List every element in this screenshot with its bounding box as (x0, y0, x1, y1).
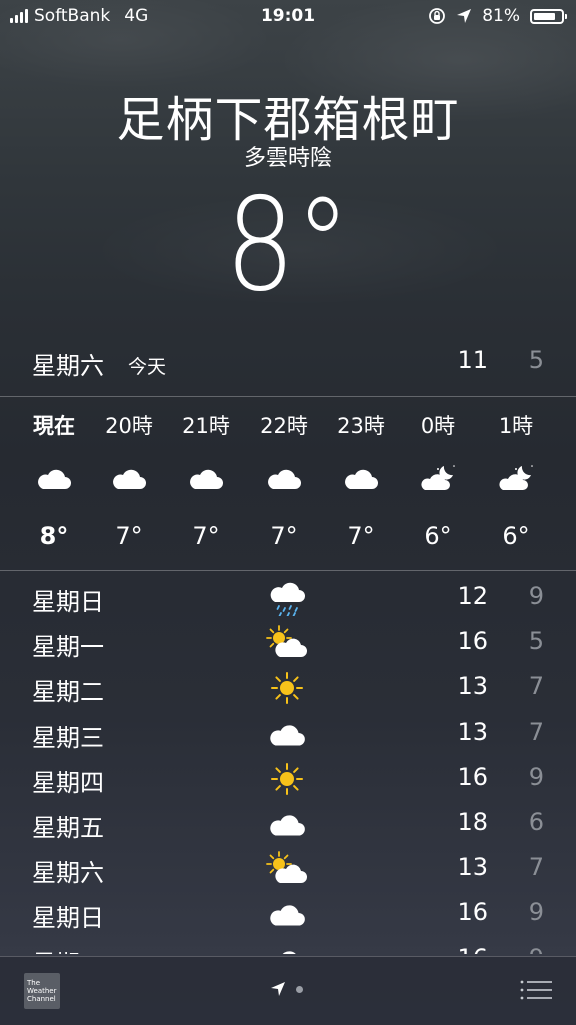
hour-temperature: 7° (270, 522, 298, 550)
battery-percent: 81% (482, 6, 520, 26)
page-dot (296, 985, 303, 993)
location-arrow-icon (457, 9, 472, 23)
cloud-icon (266, 806, 308, 842)
day-high: 16 (457, 762, 488, 791)
daily-forecast[interactable]: 星期日 12 9 星期一 16 5 星期二 13 7 星期三 13 7 星期四 16 9 星期五 18 6 星期六 1… (0, 576, 576, 954)
moon-cloud-icon (418, 462, 458, 494)
status-bar: SoftBank 4G 19:01 81% (0, 0, 576, 34)
day-high: 16 (457, 898, 488, 927)
day-high: 12 (457, 582, 488, 610)
today-low: 5 (528, 346, 544, 374)
day-name: 星期三 (32, 723, 104, 752)
bottom-toolbar: The Weather Channel (0, 956, 576, 1025)
daily-row: 星期二 13 7 (0, 666, 576, 711)
today-label: 今天 (128, 356, 167, 378)
hour-label: 22時 (260, 414, 308, 438)
location-arrow-icon (271, 982, 285, 996)
day-name: 星期四 (32, 768, 104, 797)
day-low: 9 (529, 944, 544, 954)
hour-temperature: 7° (192, 522, 220, 550)
list-icon[interactable] (520, 979, 552, 1001)
daily-row: 星期四 16 9 (0, 757, 576, 802)
daily-row: 星期六 13 7 (0, 847, 576, 892)
day-low: 7 (528, 672, 544, 701)
day-low: 5 (528, 627, 544, 656)
daily-row: 星期日 12 9 (0, 576, 576, 621)
hour-label: 23時 (337, 414, 385, 438)
day-low: 7 (528, 853, 544, 882)
day-low: 7 (528, 717, 544, 746)
daily-row: 星期一 16 5 (0, 621, 576, 666)
hour-temperature: 8° (39, 522, 69, 550)
daily-row: 星期三 13 7 (0, 712, 576, 757)
hour-temperature: 6° (424, 522, 452, 550)
hour-temperature: 6° (502, 522, 530, 550)
day-low: 9 (528, 762, 544, 791)
weather-channel-logo[interactable]: The Weather Channel (24, 973, 60, 1009)
hour-label: 0時 (420, 414, 456, 438)
day-high: 18 (457, 808, 488, 836)
sun-icon (266, 761, 308, 797)
day-name: 星期日 (32, 904, 104, 933)
day-high: 16 (457, 627, 488, 656)
day-name: 星期五 (32, 814, 104, 842)
partly-sunny-icon (266, 625, 308, 661)
daily-row: 星期五 18 6 (0, 802, 576, 847)
day-low: 6 (528, 808, 544, 836)
page-indicator[interactable] (270, 981, 303, 997)
day-high: 13 (457, 717, 488, 746)
rain-icon (266, 580, 308, 617)
cloud-icon (266, 942, 308, 954)
divider (0, 396, 576, 397)
moon-cloud-icon (496, 462, 536, 494)
cloud-icon (264, 462, 304, 494)
today-high: 11 (457, 346, 488, 374)
hourly-forecast[interactable]: 現在 8° 20時 7° 21時 7° 22時 7° 23時 7° 0時 6° 1時 6° (0, 398, 576, 570)
sun-icon (266, 670, 308, 706)
current-temperature: 8° (225, 171, 351, 320)
partly-sunny-icon (266, 851, 308, 887)
today-day: 星期六 (32, 352, 104, 380)
daily-row: 星期一 16 9 (0, 938, 576, 954)
day-name: 星期日 (32, 588, 104, 616)
day-low: 9 (528, 582, 544, 610)
today-summary: 星期六 今天 11 5 (0, 340, 576, 388)
day-high: 13 (457, 672, 488, 701)
divider (0, 570, 576, 571)
hour-label: 現在 (33, 414, 75, 438)
day-high: 13 (457, 853, 488, 882)
hour-label: 1時 (498, 414, 534, 438)
hour-temperature: 7° (347, 522, 375, 550)
day-name: 星期六 (32, 859, 104, 888)
cloud-icon (109, 462, 149, 494)
rotation-lock-icon (429, 8, 446, 24)
day-name: 星期二 (32, 678, 104, 707)
cloud-icon (266, 716, 308, 752)
hour-label: 21時 (182, 414, 230, 438)
day-name: 星期一 (32, 944, 104, 954)
weather-condition: 多雲時陰 (243, 146, 332, 171)
hour-temperature: 7° (115, 522, 143, 550)
day-low: 9 (528, 898, 544, 927)
battery-icon (530, 8, 567, 24)
day-high: 16 (457, 944, 488, 954)
cloud-icon (341, 462, 381, 494)
cloud-icon (34, 462, 74, 494)
daily-row: 星期日 16 9 (0, 892, 576, 937)
cloud-icon (266, 896, 308, 932)
hour-label: 20時 (105, 414, 153, 438)
cloud-icon (186, 462, 226, 494)
day-name: 星期一 (32, 633, 104, 662)
